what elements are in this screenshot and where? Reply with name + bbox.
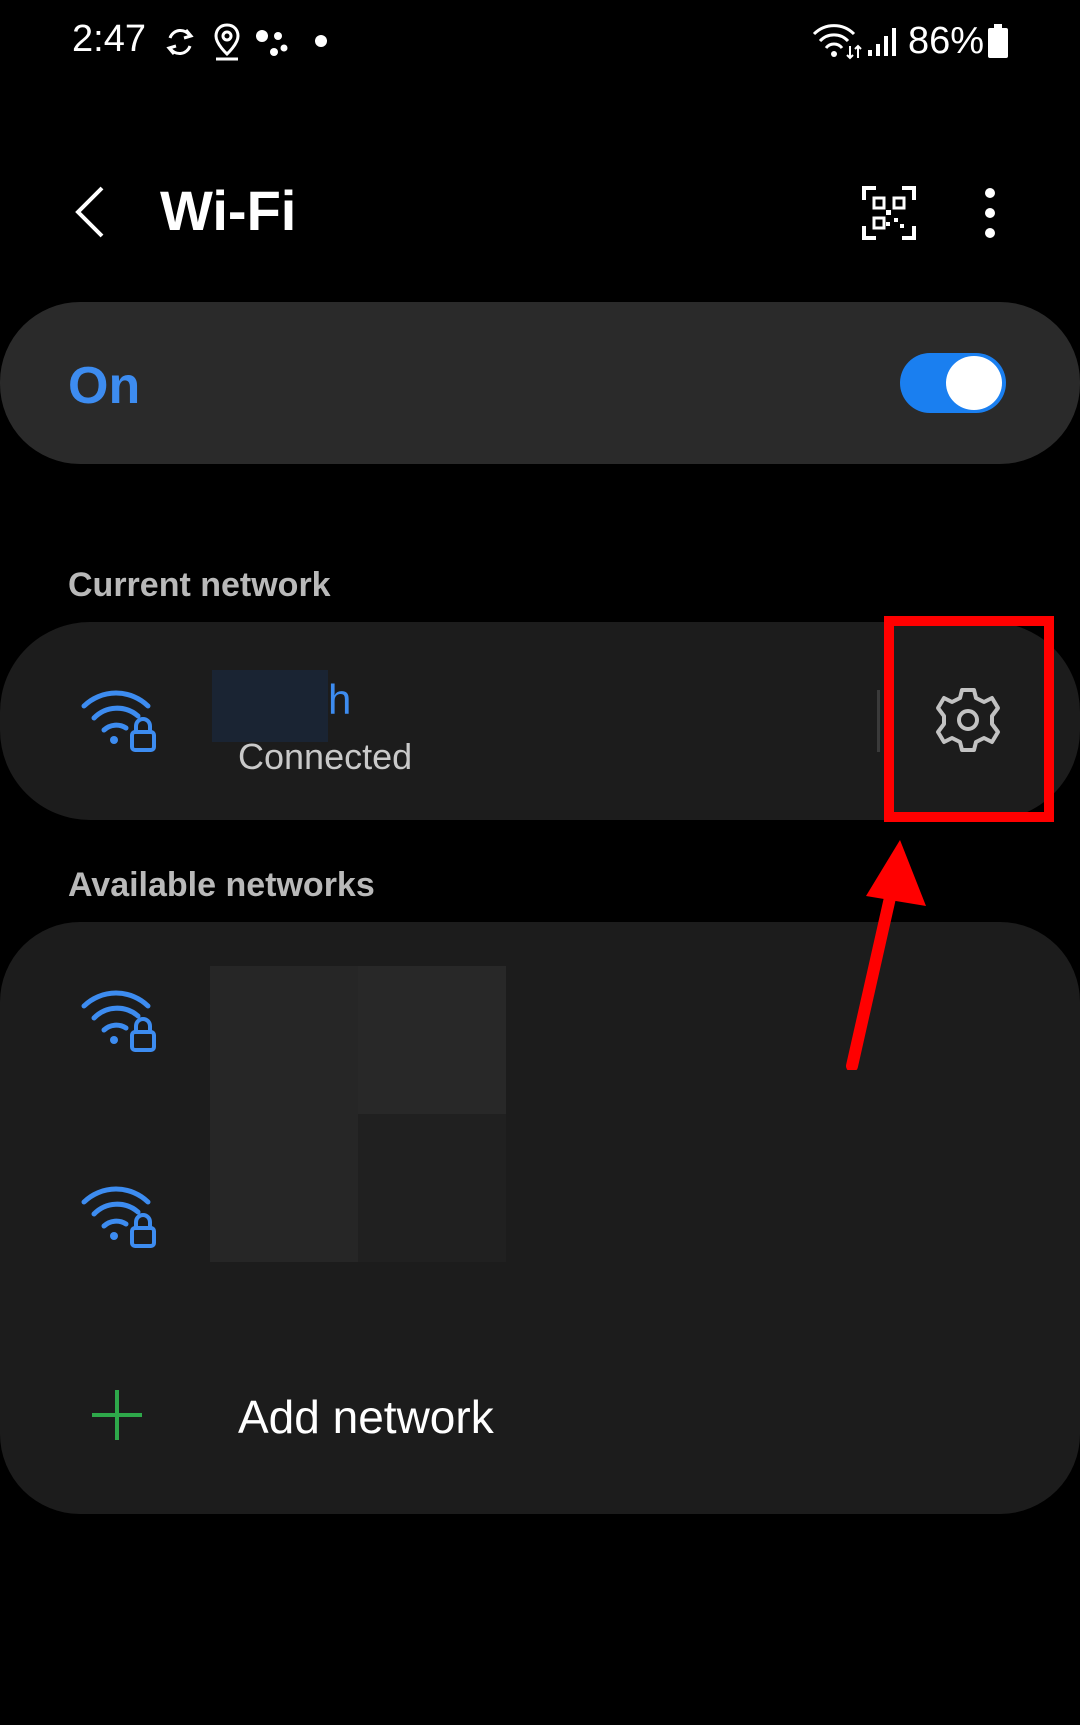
- wifi-locked-icon[interactable]: [80, 1184, 158, 1250]
- redacted-network-list: [210, 966, 358, 1262]
- wifi-locked-icon: [81, 690, 156, 752]
- assistant-dots-icon: [256, 30, 288, 56]
- redacted-network-list: [358, 1114, 506, 1262]
- status-time: 2:47: [72, 18, 146, 60]
- add-icon[interactable]: [90, 1388, 144, 1442]
- annotation-highlight-box: [884, 616, 1054, 822]
- qr-scanner-icon[interactable]: [862, 186, 916, 240]
- battery-percentage: 86%: [908, 20, 985, 62]
- location-icon: [214, 23, 240, 61]
- wifi-status-icon: [812, 24, 862, 60]
- available-networks-header: Available networks: [68, 866, 375, 904]
- current-network-header: Current network: [68, 566, 331, 604]
- battery-icon: [988, 24, 1008, 58]
- sync-icon: [166, 29, 194, 55]
- wifi-locked-icon[interactable]: [80, 988, 158, 1054]
- current-network-status: Connected: [238, 736, 413, 777]
- vertical-divider: [877, 690, 880, 752]
- current-network-name: h: [328, 676, 352, 723]
- back-arrow-icon[interactable]: [72, 184, 108, 240]
- signal-strength-icon: [868, 28, 896, 56]
- notification-dot-icon: [315, 35, 327, 47]
- more-options-icon[interactable]: [980, 186, 1000, 240]
- page-title: Wi-Fi: [160, 179, 297, 242]
- wifi-toggle-knob: [946, 356, 1002, 410]
- wifi-toggle-label: On: [68, 357, 141, 415]
- redacted-network-name: [212, 670, 328, 742]
- add-network-button[interactable]: Add network: [238, 1390, 494, 1444]
- redacted-network-list: [358, 966, 506, 1114]
- annotation-arrow-icon: [846, 840, 926, 1070]
